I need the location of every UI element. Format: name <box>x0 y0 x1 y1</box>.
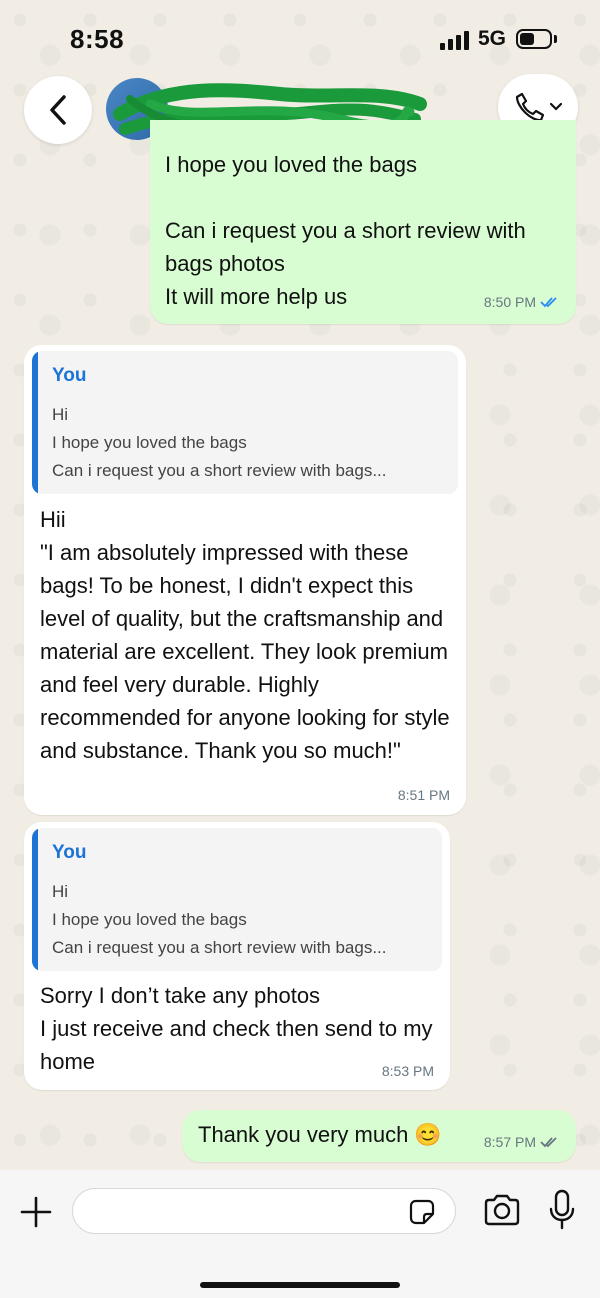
status-time: 8:58 <box>70 24 125 54</box>
quote-accent-bar <box>32 351 38 494</box>
message-bubble-incoming[interactable]: You Hi I hope you loved the bags Can i r… <box>24 822 450 1090</box>
message-input-wrapper[interactable] <box>72 1188 456 1234</box>
status-bar: 8:58 5G <box>0 0 600 70</box>
quote-accent-bar <box>32 828 38 971</box>
message-bubble-outgoing[interactable]: I hope you loved the bags Can i request … <box>150 120 576 324</box>
battery-icon <box>516 29 552 49</box>
attach-button[interactable] <box>14 1190 58 1234</box>
message-time: 8:57 PM <box>483 1134 536 1150</box>
microphone-icon[interactable] <box>546 1188 578 1232</box>
message-text: I hope you loved the bags Can i request … <box>165 152 526 309</box>
message-bubble-outgoing[interactable]: Thank you very much 😊 8:57 PM <box>182 1110 576 1162</box>
message-time: 8:53 PM <box>381 1063 434 1079</box>
plus-icon <box>20 1196 52 1228</box>
message-input[interactable] <box>89 1197 413 1227</box>
battery-tip <box>554 35 557 43</box>
home-indicator <box>200 1282 400 1288</box>
message-text: Sorry I don’t take any photos I just rec… <box>40 983 433 1074</box>
quote-line: I hope you loved the bags <box>52 433 247 452</box>
message-time: 8:51 PM <box>397 787 450 803</box>
signal-icon <box>440 31 469 50</box>
message-text: Hii "I am absolutely impressed with thes… <box>40 507 450 763</box>
quote-line: I hope you loved the bags <box>52 910 247 929</box>
chevron-left-icon <box>50 95 66 125</box>
message-composer <box>0 1170 600 1298</box>
sticker-icon[interactable] <box>407 1197 437 1227</box>
read-ticks-icon <box>540 297 557 308</box>
quote-line: Hi <box>52 405 69 424</box>
message-meta: 8:50 PM <box>484 294 560 310</box>
message-meta: 8:53 PM <box>382 1063 434 1079</box>
quote-author: You <box>52 842 87 863</box>
quote-line: Hi <box>52 882 69 901</box>
quote-line: Can i request you a short review with ba… <box>52 938 387 957</box>
quote-line: Can i request you a short review with ba… <box>52 461 387 480</box>
message-time: 8:50 PM <box>483 294 536 310</box>
message-meta: 8:57 PM <box>484 1134 560 1150</box>
network-type: 5G <box>478 27 507 50</box>
message-text: Thank you very much 😊 <box>198 1122 442 1147</box>
message-meta: 8:51 PM <box>398 787 450 803</box>
back-button[interactable] <box>24 76 92 144</box>
chevron-down-icon <box>549 102 563 111</box>
quoted-message[interactable]: You Hi I hope you loved the bags Can i r… <box>32 351 458 494</box>
phone-icon <box>515 92 545 122</box>
delivered-ticks-icon <box>540 1137 557 1148</box>
quoted-message[interactable]: You Hi I hope you loved the bags Can i r… <box>32 828 442 971</box>
message-bubble-incoming[interactable]: You Hi I hope you loved the bags Can i r… <box>24 345 466 815</box>
camera-icon[interactable] <box>482 1190 522 1230</box>
quote-author: You <box>52 365 87 386</box>
